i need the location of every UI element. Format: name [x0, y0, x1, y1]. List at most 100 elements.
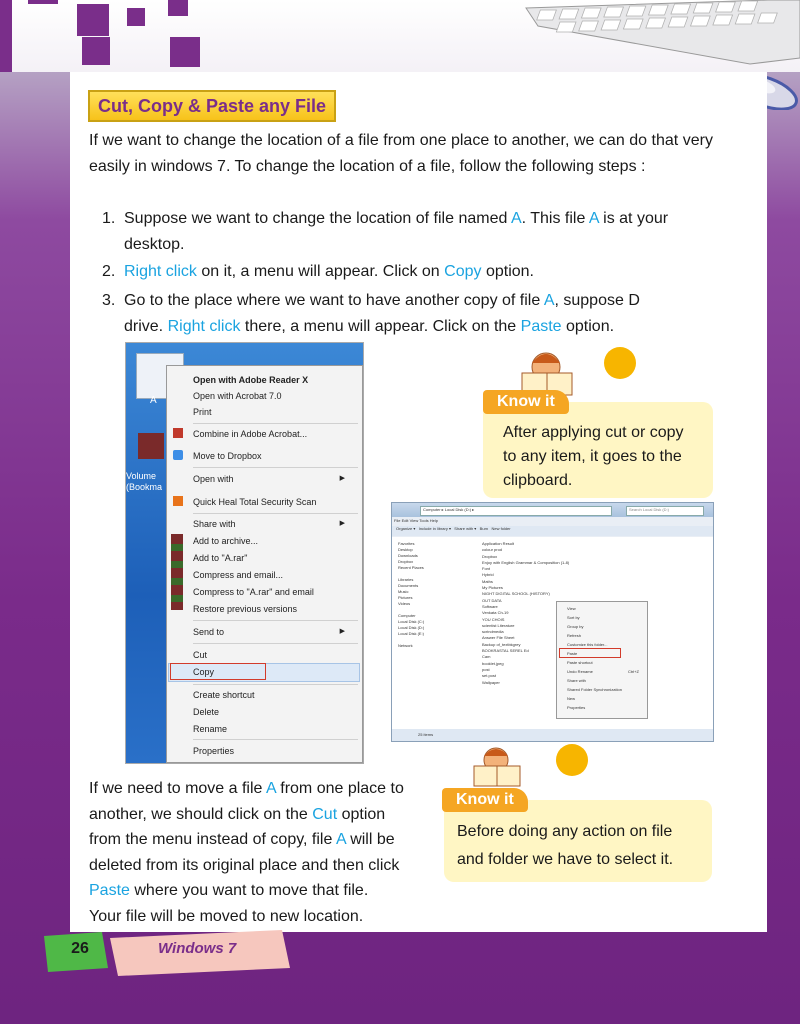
- menu-item-add-archive[interactable]: Add to archive...: [193, 533, 258, 549]
- decor-square: [127, 8, 145, 26]
- address-bar[interactable]: Computer ▸ Local Disk (D:) ▸: [420, 506, 612, 516]
- menu-item-rename[interactable]: Rename: [193, 721, 227, 737]
- menu-item[interactable]: Properties: [567, 703, 647, 712]
- nav-item[interactable]: Recent Places: [398, 565, 478, 571]
- menu-item[interactable]: Paste shortcut: [567, 658, 647, 667]
- toolbar-item[interactable]: New folder: [491, 526, 510, 531]
- toolbar-item[interactable]: Organize ▾: [396, 526, 415, 531]
- step-text: , suppose D: [554, 292, 640, 309]
- nav-item[interactable]: Local Disk (E:): [398, 631, 478, 637]
- submenu-arrow-icon: ▶: [339, 628, 345, 635]
- step-number: 1.: [102, 210, 116, 227]
- menu-item-open-with[interactable]: Open with ▶: [193, 471, 353, 487]
- menu-item[interactable]: Refresh: [567, 631, 647, 640]
- menu-item-print[interactable]: Print: [193, 404, 212, 420]
- context-menu: Open with Adobe Reader X Open with Acrob…: [166, 365, 363, 763]
- step-text: option.: [481, 263, 534, 280]
- decor-square: [82, 37, 110, 65]
- context-menu-screenshot: A Volume (Bookma Open with Adobe Reader …: [125, 342, 364, 764]
- menu-item-add-rar[interactable]: Add to "A.rar": [193, 550, 247, 566]
- menu-item-send-to[interactable]: Send to ▶: [193, 624, 353, 640]
- highlight-word: A: [510, 210, 522, 227]
- menu-item-open-adobe[interactable]: Open with Adobe Reader X: [193, 372, 308, 388]
- step-number: 3.: [102, 292, 116, 309]
- dropbox-icon: [173, 450, 183, 460]
- menu-item-compress-rar-email[interactable]: Compress to "A.rar" and email: [193, 584, 314, 600]
- step-text: desktop.: [124, 236, 185, 253]
- menu-item[interactable]: New: [567, 694, 647, 703]
- menu-item-copy[interactable]: Copy: [193, 664, 214, 680]
- menubar-item[interactable]: File: [394, 518, 400, 523]
- toolbar: Organize ▾ Include in library ▾ Share wi…: [392, 526, 713, 536]
- step-1: 1. Suppose we want to change the locatio…: [102, 206, 714, 258]
- footer-label: Windows 7: [158, 940, 237, 957]
- desktop-icon-label: A: [150, 395, 157, 406]
- menubar-item[interactable]: Tools: [419, 518, 428, 523]
- step-text: option.: [561, 318, 615, 335]
- menu-item-open-acrobat[interactable]: Open with Acrobat 7.0: [193, 388, 282, 404]
- toolbar-item[interactable]: Burn: [480, 526, 488, 531]
- menu-separator: [193, 620, 358, 621]
- copy-highlight-box: [170, 663, 266, 680]
- note-line: Before doing any action on file: [457, 823, 673, 840]
- nav-item[interactable]: Network: [398, 643, 478, 649]
- menu-item-share-with[interactable]: Share with ▶: [193, 516, 353, 532]
- status-bar: 25 items: [392, 729, 713, 741]
- menu-item-combine[interactable]: Combine in Adobe Acrobat...: [193, 426, 307, 442]
- menubar-item[interactable]: Help: [430, 518, 438, 523]
- file-list-item[interactable]: Enjoy with English Grammar & Composition…: [482, 560, 569, 566]
- page-number: 26: [71, 940, 89, 957]
- explorer-titlebar: Computer ▸ Local Disk (D:) ▸ Search Loca…: [392, 503, 713, 517]
- note-line: to any item, it goes to the: [503, 448, 682, 465]
- menu-item[interactable]: Share with: [567, 676, 647, 685]
- know-it-note-2: Before doing any action on file and fold…: [457, 818, 707, 874]
- toolbar-item[interactable]: Share with ▾: [454, 526, 476, 531]
- step-text: on it, a menu will appear. Click on: [196, 263, 445, 280]
- menu-item[interactable]: Sort by: [567, 613, 647, 622]
- desktop-left-labels: Volume (Bookma: [126, 471, 163, 492]
- move-paragraph: If we need to move a file A from one pla…: [89, 780, 404, 925]
- menu-item-undo-rename[interactable]: Undo Rename Ctrl+Z: [567, 667, 647, 676]
- menu-item-dropbox[interactable]: Move to Dropbox: [193, 448, 262, 464]
- highlight-word: Paste: [89, 882, 130, 899]
- menu-item-quickheal[interactable]: Quick Heal Total Security Scan: [193, 494, 316, 510]
- menubar-item[interactable]: View: [410, 518, 419, 523]
- decor-square: [168, 0, 188, 16]
- menu-item-create-shortcut[interactable]: Create shortcut: [193, 687, 255, 703]
- menu-item-restore[interactable]: Restore previous versions: [193, 601, 297, 617]
- quickheal-icon: [173, 496, 183, 506]
- menu-item-properties[interactable]: Properties: [193, 743, 234, 759]
- menu-separator: [193, 513, 358, 514]
- step-3: 3. Go to the place where we want to have…: [102, 288, 714, 340]
- acrobat-icon: [173, 428, 183, 438]
- menu-item-delete[interactable]: Delete: [193, 704, 219, 720]
- file-list: Application Result colour prod Dropbox Enjo…: [474, 537, 713, 729]
- highlight-word: A: [266, 780, 276, 797]
- know-it-tag: Know it: [442, 788, 528, 812]
- step-2: 2. Right click on it, a menu will appear…: [102, 259, 714, 285]
- reading-kid-illustration: [473, 744, 588, 787]
- menubar: File Edit View Tools Help: [394, 518, 438, 523]
- decor-square: [28, 0, 58, 4]
- know-it-tag: Know it: [483, 390, 569, 414]
- highlight-word: A: [588, 210, 599, 227]
- decor-square: [0, 0, 12, 72]
- nav-item[interactable]: Videos: [398, 601, 478, 607]
- step-number: 2.: [102, 263, 116, 280]
- menu-item-paste[interactable]: Paste: [559, 648, 647, 658]
- menu-item-cut[interactable]: Cut: [193, 647, 207, 663]
- menubar-item[interactable]: Edit: [402, 518, 409, 523]
- toolbar-item[interactable]: Include in library ▾: [419, 526, 451, 531]
- search-box[interactable]: Search Local Disk (D:): [626, 506, 704, 516]
- paste-highlight-box: [559, 648, 621, 658]
- menu-item[interactable]: Shared Folder Synchronization: [567, 685, 647, 694]
- menu-item[interactable]: View: [567, 604, 647, 613]
- menu-item-compress-email[interactable]: Compress and email...: [193, 567, 283, 583]
- menu-separator: [193, 423, 358, 424]
- step-text: is at your: [598, 210, 669, 227]
- highlight-word: Right click: [167, 318, 241, 335]
- menu-item[interactable]: Group by: [567, 622, 647, 631]
- step-text: Suppose we want to change the location o…: [124, 210, 511, 227]
- highlight-word: Copy: [444, 263, 482, 280]
- note-line: clipboard.: [503, 472, 573, 489]
